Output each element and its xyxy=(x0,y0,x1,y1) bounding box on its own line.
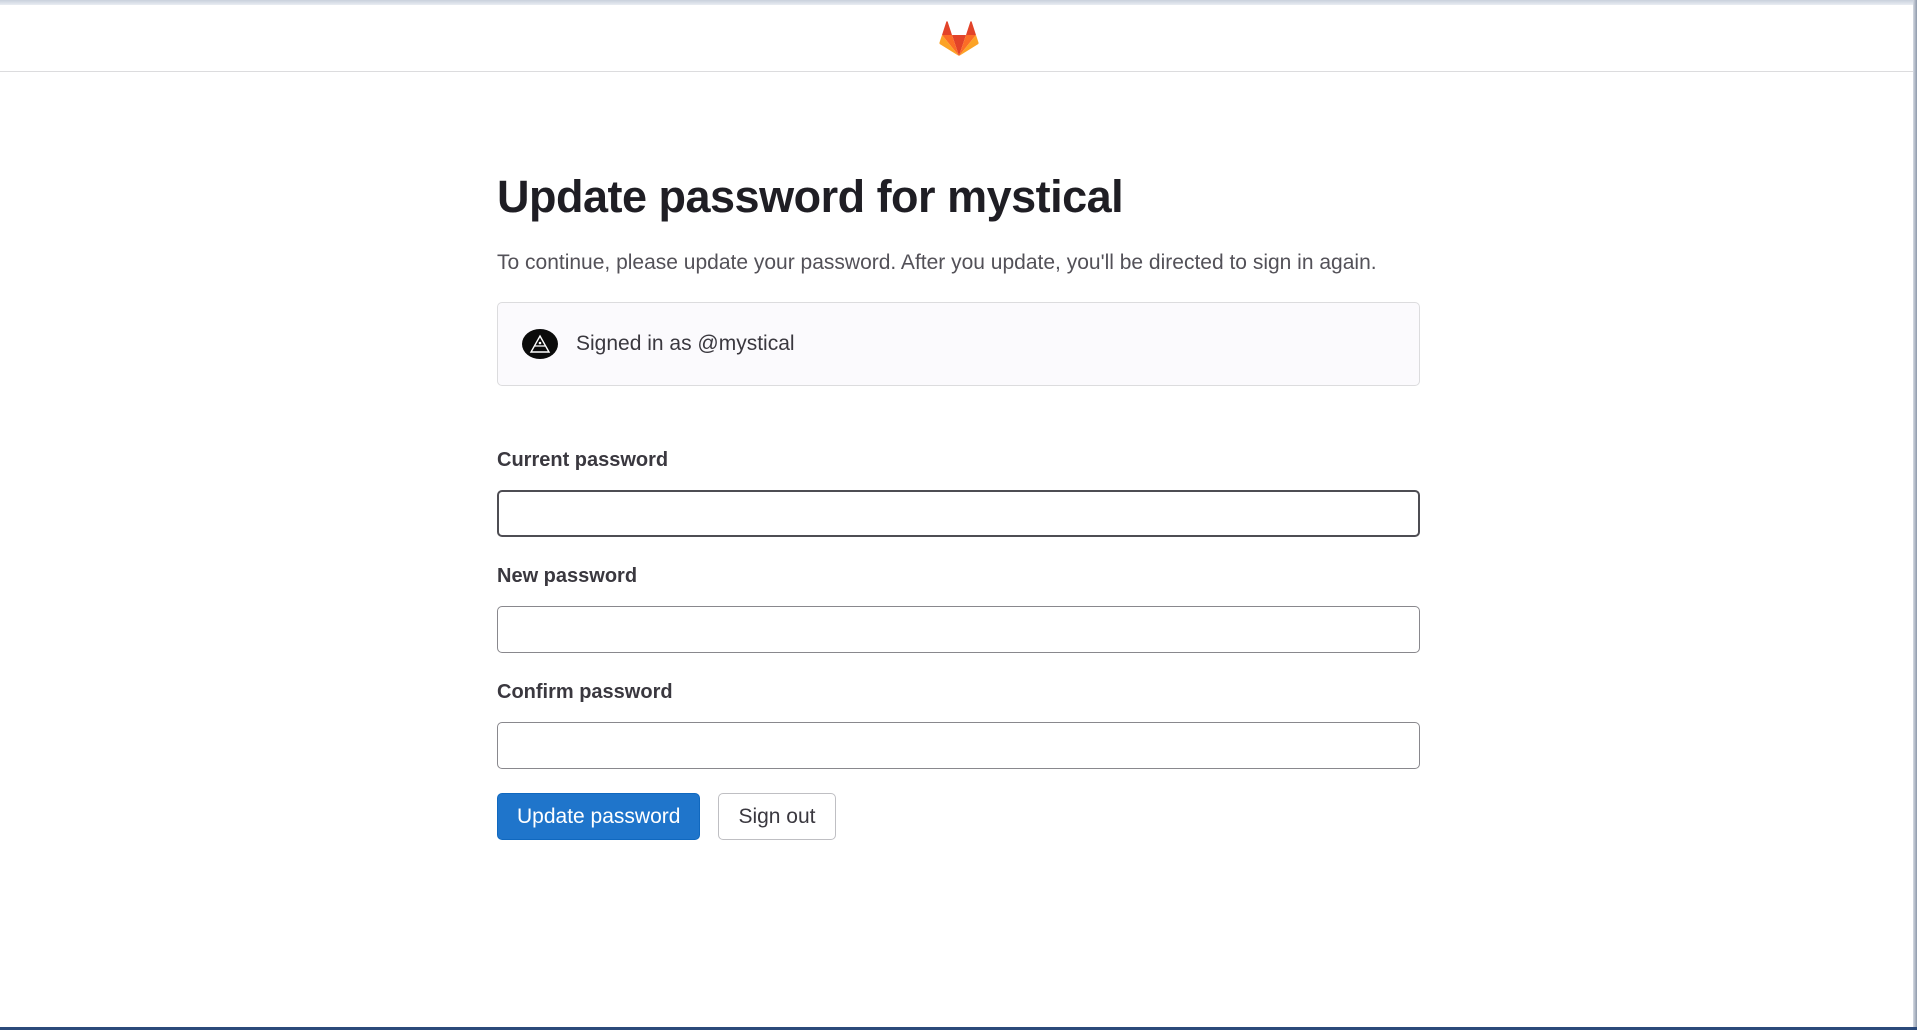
new-password-label: New password xyxy=(497,565,638,587)
confirm-password-input[interactable] xyxy=(497,722,1420,769)
current-password-field-group: Current password xyxy=(497,447,1420,537)
user-avatar xyxy=(522,329,558,359)
form-actions: Update password Sign out xyxy=(497,793,836,840)
gitlab-logo-icon[interactable] xyxy=(938,19,979,57)
signed-in-label: Signed in as @mystical xyxy=(576,332,795,355)
page-title: Update password for mystical xyxy=(497,171,1124,222)
page-description: To continue, please update your password… xyxy=(497,251,1377,274)
signed-in-info-box: Signed in as @mystical xyxy=(497,302,1420,386)
new-password-field-group: New password xyxy=(497,563,1420,653)
avatar-glyph-icon xyxy=(529,334,551,353)
window-right-edge xyxy=(1913,0,1917,1030)
new-password-input[interactable] xyxy=(497,606,1420,653)
sign-out-button[interactable]: Sign out xyxy=(718,793,836,840)
confirm-password-label: Confirm password xyxy=(497,681,673,703)
top-header xyxy=(0,5,1917,72)
update-password-button[interactable]: Update password xyxy=(497,793,701,840)
current-password-label: Current password xyxy=(497,449,669,471)
confirm-password-field-group: Confirm password xyxy=(497,679,1420,769)
current-password-input[interactable] xyxy=(497,490,1420,537)
update-password-panel: Update password for mystical To continue… xyxy=(497,165,1420,840)
